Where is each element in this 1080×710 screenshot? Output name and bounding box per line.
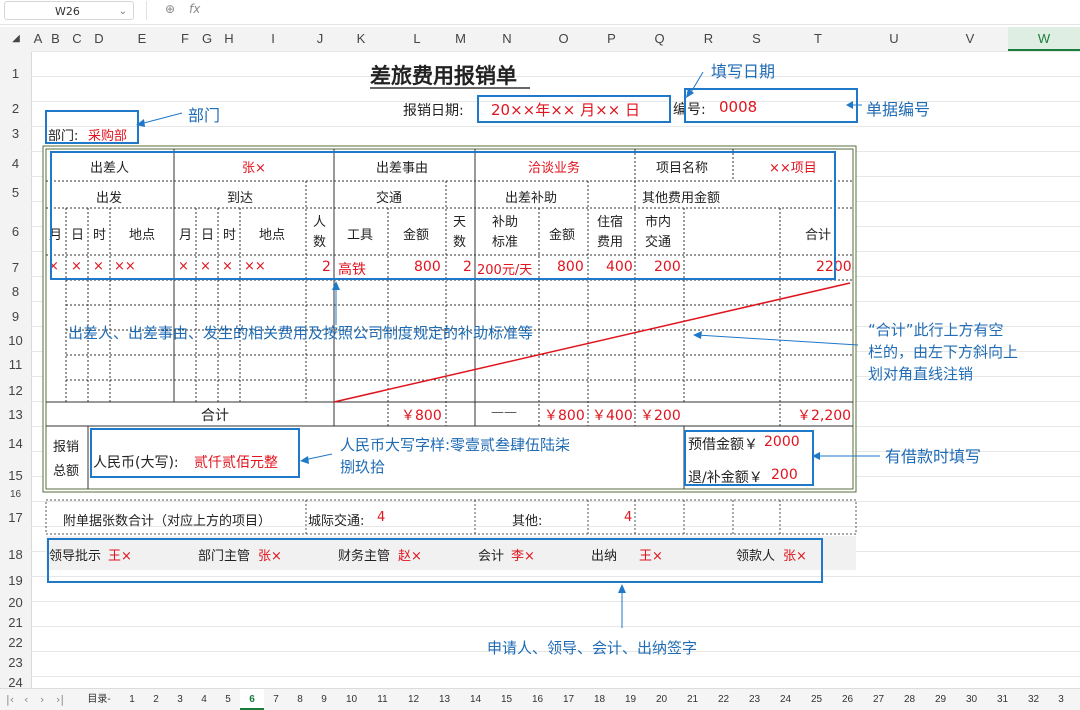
date-label: 报销日期:	[403, 103, 464, 119]
other-attach-label: 其他:	[512, 514, 543, 529]
sheet-tab-21[interactable]: 21	[677, 689, 708, 710]
sheet-tab-29[interactable]: 29	[925, 689, 956, 710]
sheet-tab-4[interactable]: 4	[192, 689, 216, 710]
total-amount-label: 报销 总额	[53, 440, 80, 479]
sum-transport-value[interactable]: ￥800	[401, 405, 442, 425]
sheet-tab-8[interactable]: 8	[288, 689, 312, 710]
signature-highlight-box	[47, 538, 823, 583]
form-title: 差旅费用报销单	[370, 64, 517, 88]
rmb-highlight-box	[90, 428, 300, 478]
sheet-tab-16[interactable]: 16	[522, 689, 553, 710]
first-sheet-icon[interactable]: |‹	[6, 689, 14, 710]
sum-city-value[interactable]: ￥200	[640, 405, 681, 425]
sheet-tab-22[interactable]: 22	[708, 689, 739, 710]
sheet-tab-13[interactable]: 13	[429, 689, 460, 710]
sheet-tab-32[interactable]: 32	[1018, 689, 1049, 710]
number-note: 单据编号	[866, 100, 931, 119]
intercity-label: 城际交通:	[308, 514, 365, 529]
sheet-tab-24[interactable]: 24	[770, 689, 801, 710]
sheet-tab-14[interactable]: 14	[460, 689, 491, 710]
sheet-tab-10[interactable]: 10	[336, 689, 367, 710]
loan-highlight-box	[684, 430, 814, 486]
dept-note: 部门	[188, 106, 221, 125]
sheet-tab-25[interactable]: 25	[801, 689, 832, 710]
date-note: 填写日期	[711, 62, 776, 81]
sum-label: 合计	[201, 408, 229, 424]
detail-highlight-box	[50, 151, 836, 280]
other-attach-value[interactable]: 4	[624, 510, 632, 525]
detail-note: 出差人、出差事由、发生的相关费用及按照公司制度规定的补助标准等	[68, 324, 534, 342]
next-sheet-icon[interactable]: ›	[40, 689, 44, 710]
sheet-tab-1[interactable]: 1	[120, 689, 144, 710]
rmb-note: 人民币大写字样:零壹贰叁肆伍陆柒 捌玖拾	[340, 436, 571, 476]
sum-lodging-value[interactable]: ￥400	[592, 405, 633, 425]
sheet-tab-31[interactable]: 31	[987, 689, 1018, 710]
sheet-tab-11[interactable]: 11	[367, 689, 398, 710]
date-highlight-box	[477, 95, 671, 123]
sum-total-value[interactable]: ￥2,200	[797, 405, 851, 425]
sheet-tab-20[interactable]: 20	[646, 689, 677, 710]
attachment-count-label: 附单据张数合计（对应上方的项目）	[63, 514, 272, 529]
sheet-tab-3[interactable]: 3	[1049, 689, 1073, 710]
total-note: “合计”此行上方有空 栏的，由左下方斜向上 划对角直线注销	[868, 321, 1019, 383]
sheet-tab-18[interactable]: 18	[584, 689, 615, 710]
sheet-tab-2[interactable]: 2	[144, 689, 168, 710]
sheet-tab-7[interactable]: 7	[264, 689, 288, 710]
sheet-tab-27[interactable]: 27	[863, 689, 894, 710]
sheet-tab-17[interactable]: 17	[553, 689, 584, 710]
sum-allowance-value[interactable]: ￥800	[544, 405, 585, 425]
sheet-tab-15[interactable]: 15	[491, 689, 522, 710]
sheet-tab-5[interactable]: 5	[216, 689, 240, 710]
number-highlight-box	[684, 88, 858, 123]
last-sheet-icon[interactable]: ›|	[56, 689, 64, 710]
sheet-tab-3[interactable]: 3	[168, 689, 192, 710]
loan-note: 有借款时填写	[885, 447, 982, 466]
sum-dash: ——	[491, 405, 517, 420]
sheet-tab-19[interactable]: 19	[615, 689, 646, 710]
sheet-tab-12[interactable]: 12	[398, 689, 429, 710]
dept-highlight-box	[45, 110, 139, 144]
sheet-tab-28[interactable]: 28	[894, 689, 925, 710]
sheet-tab-9[interactable]: 9	[312, 689, 336, 710]
sheet-tab-23[interactable]: 23	[739, 689, 770, 710]
sheet-tab-6[interactable]: 6	[240, 689, 264, 710]
sheet-tab-26[interactable]: 26	[832, 689, 863, 710]
sheet-tab-index[interactable]: 目录-	[80, 689, 118, 710]
sheet-tab-bar: |‹ ‹ › ›| 目录- 1 2 3 4 5 6 7 8 9 10 11 12 13 14 15 16 17 1…	[0, 688, 1080, 710]
intercity-value[interactable]: 4	[377, 510, 385, 525]
signature-note: 申请人、领导、会计、出纳签字	[487, 639, 698, 657]
prev-sheet-icon[interactable]: ‹	[24, 689, 28, 710]
sheet-tab-30[interactable]: 30	[956, 689, 987, 710]
